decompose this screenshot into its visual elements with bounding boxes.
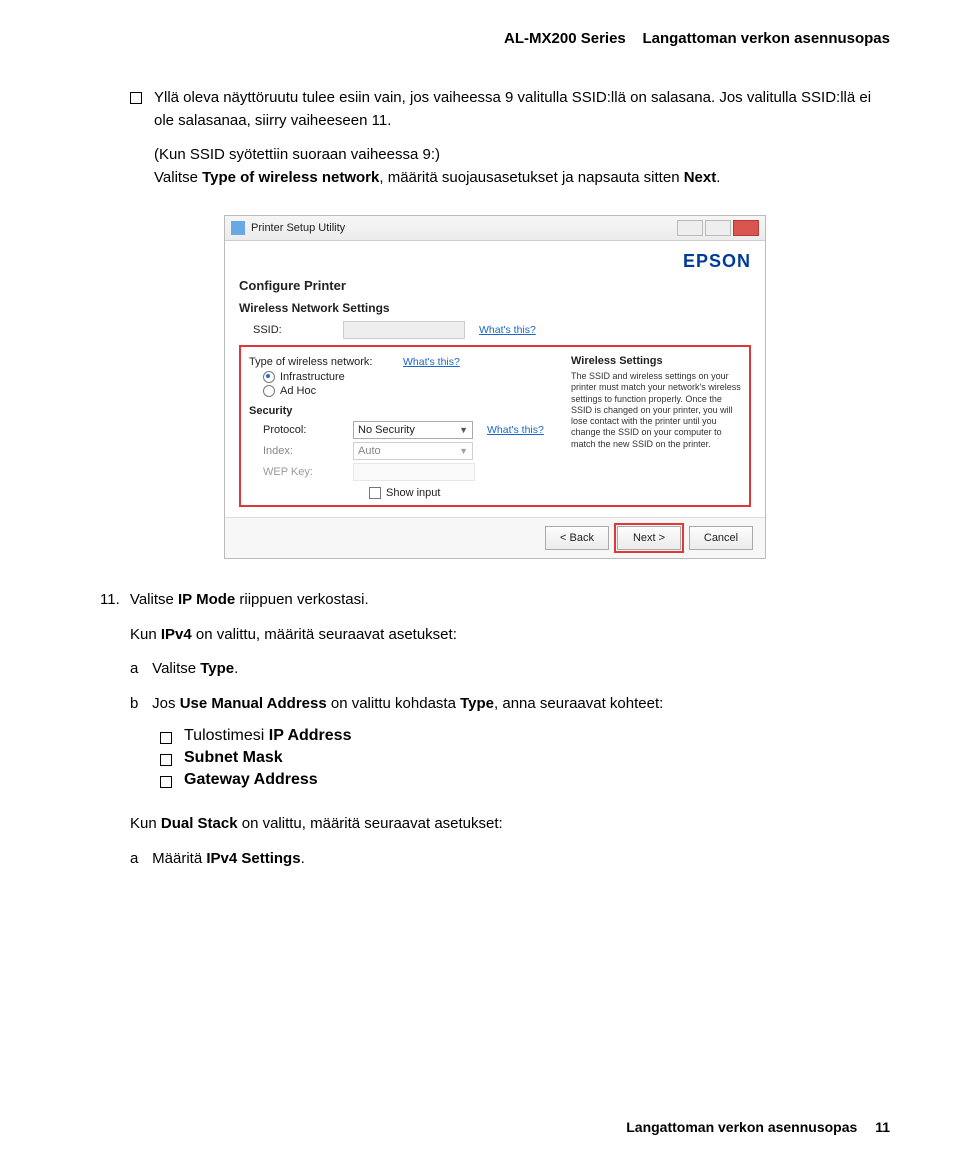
sub-b: b Jos Use Manual Address on valittu kohd… bbox=[130, 693, 890, 716]
intro-para-1: Yllä oleva näyttöruutu tulee esiin vain,… bbox=[154, 87, 890, 132]
manual-address-fields-list: Tulostimesi IP Address Subnet Mask Gatew… bbox=[160, 727, 890, 789]
header-guide-title: Langattoman verkon asennusopas bbox=[642, 30, 890, 47]
intro-para-2: (Kun SSID syötettiin suoraan vaiheessa 9… bbox=[154, 144, 890, 189]
square-bullet-icon bbox=[160, 732, 172, 744]
back-button[interactable]: < Back bbox=[545, 526, 609, 550]
show-input-label: Show input bbox=[386, 487, 440, 499]
list-item: Tulostimesi IP Address bbox=[184, 727, 351, 745]
highlighted-settings-panel: Type of wireless network: What's this? I… bbox=[239, 345, 751, 507]
app-icon bbox=[231, 221, 245, 235]
whats-this-link-type[interactable]: What's this? bbox=[403, 356, 460, 368]
wepkey-label: WEP Key: bbox=[263, 466, 353, 478]
list-item: Subnet Mask bbox=[184, 749, 283, 767]
epson-logo: EPSON bbox=[239, 251, 751, 272]
show-input-checkbox[interactable] bbox=[369, 487, 381, 499]
intro-bullet: Yllä oleva näyttöruutu tulee esiin vain,… bbox=[130, 87, 890, 201]
chevron-down-icon: ▼ bbox=[459, 425, 468, 435]
next-button[interactable]: Next > bbox=[617, 526, 681, 550]
wireless-network-settings-heading: Wireless Network Settings bbox=[239, 301, 751, 315]
radio-adhoc[interactable] bbox=[263, 385, 275, 397]
sub-a: a Valitse Type. bbox=[130, 658, 890, 681]
header-series: AL-MX200 Series bbox=[504, 30, 626, 47]
sub-a-2: a Määritä IPv4 Settings. bbox=[130, 848, 890, 871]
square-bullet-icon bbox=[130, 92, 142, 104]
index-select: Auto ▼ bbox=[353, 442, 473, 460]
page-footer: Langattoman verkon asennusopas 11 bbox=[626, 1119, 890, 1135]
wireless-settings-side-heading: Wireless Settings bbox=[571, 355, 741, 367]
wireless-settings-side-text: The SSID and wireless settings on your p… bbox=[571, 371, 741, 450]
ipv4-intro: Kun IPv4 on valittu, määritä seuraavat a… bbox=[130, 624, 890, 647]
dualstack-intro: Kun Dual Stack on valittu, määritä seura… bbox=[130, 813, 890, 836]
configure-printer-heading: Configure Printer bbox=[239, 278, 751, 293]
whats-this-link-protocol[interactable]: What's this? bbox=[487, 424, 544, 436]
index-label: Index: bbox=[263, 445, 353, 457]
radio-infrastructure[interactable] bbox=[263, 371, 275, 383]
close-button[interactable] bbox=[733, 220, 759, 236]
cancel-button[interactable]: Cancel bbox=[689, 526, 753, 550]
page-number: 11 bbox=[875, 1119, 890, 1135]
ssid-label: SSID: bbox=[253, 324, 343, 336]
square-bullet-icon bbox=[160, 776, 172, 788]
maximize-button[interactable] bbox=[705, 220, 731, 236]
type-of-wireless-label: Type of wireless network: bbox=[249, 356, 389, 368]
protocol-select[interactable]: No Security ▼ bbox=[353, 421, 473, 439]
ssid-field[interactable] bbox=[343, 321, 465, 339]
window-title: Printer Setup Utility bbox=[251, 222, 345, 234]
protocol-label: Protocol: bbox=[263, 424, 353, 436]
window-titlebar: Printer Setup Utility bbox=[225, 216, 765, 241]
list-item: Gateway Address bbox=[184, 771, 318, 789]
chevron-down-icon: ▼ bbox=[459, 446, 468, 456]
page-header: AL-MX200 Series Langattoman verkon asenn… bbox=[100, 30, 890, 47]
printer-setup-window: Printer Setup Utility EPSON Configure Pr… bbox=[224, 215, 766, 559]
whats-this-link-ssid[interactable]: What's this? bbox=[479, 324, 536, 336]
radio-infrastructure-label: Infrastructure bbox=[280, 371, 345, 383]
square-bullet-icon bbox=[160, 754, 172, 766]
step-11: 11. Valitse IP Mode riippuen verkostasi. bbox=[100, 589, 890, 612]
footer-guide-title: Langattoman verkon asennusopas bbox=[626, 1119, 857, 1135]
wepkey-field bbox=[353, 463, 475, 481]
radio-adhoc-label: Ad Hoc bbox=[280, 385, 316, 397]
minimize-button[interactable] bbox=[677, 220, 703, 236]
security-heading: Security bbox=[249, 405, 553, 417]
